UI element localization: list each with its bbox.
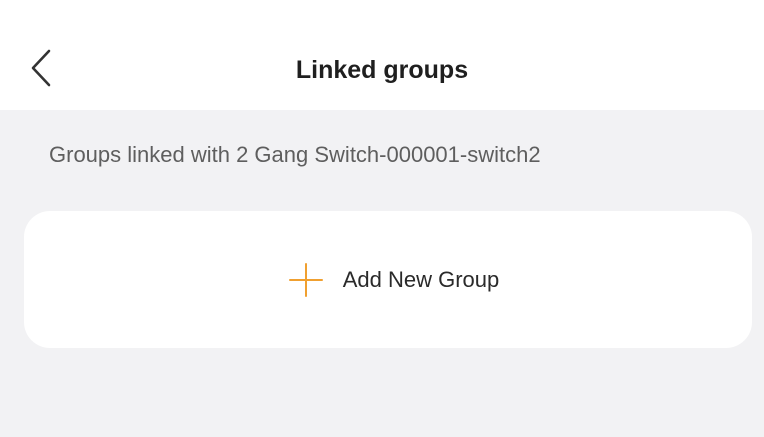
header-bar: Linked groups xyxy=(0,0,764,110)
main-content: Groups linked with 2 Gang Switch-000001-… xyxy=(0,110,764,437)
plus-icon xyxy=(288,262,323,297)
page-title: Linked groups xyxy=(295,56,469,84)
add-group-content: Add New Group xyxy=(287,261,500,299)
linked-groups-description: Groups linked with 2 Gang Switch-000001-… xyxy=(49,142,541,167)
add-new-group-label: Add New Group xyxy=(342,266,500,292)
add-new-group-button[interactable]: Add New Group xyxy=(24,211,752,348)
